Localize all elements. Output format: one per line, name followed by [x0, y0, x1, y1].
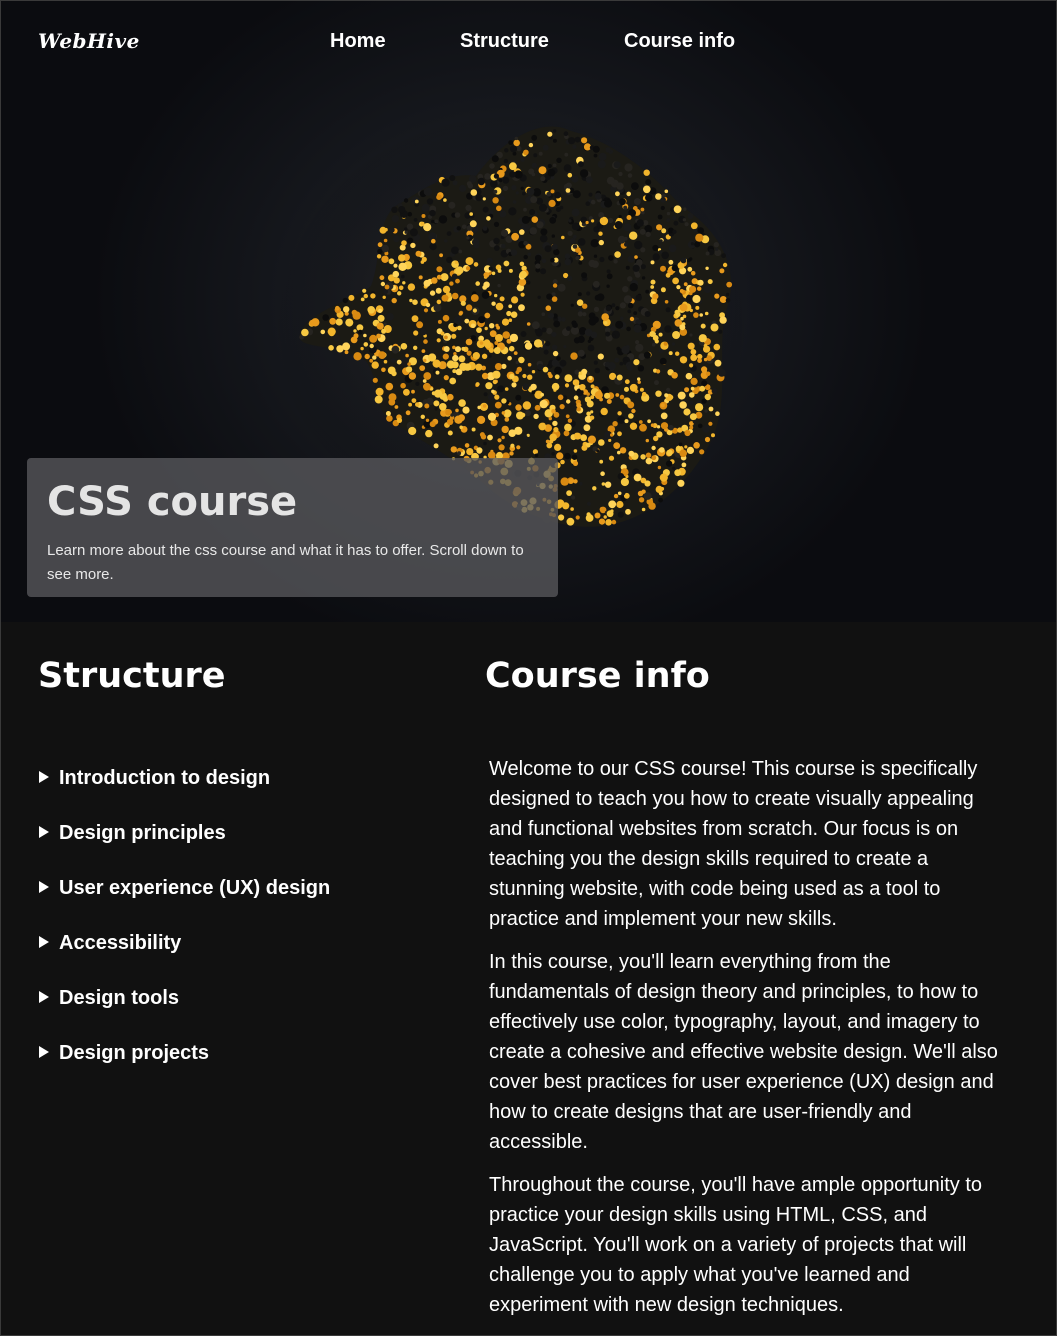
page: WebHive Home Structure Course info CSS c… [0, 0, 1057, 1336]
course-info-heading: Course info [485, 656, 710, 696]
structure-item-label: Design projects [59, 1042, 210, 1064]
disclosure-triangle-icon [39, 991, 49, 1003]
structure-item-design-projects[interactable]: Design projects [39, 1039, 330, 1094]
hero-subtitle: Learn more about the css course and what… [47, 542, 524, 583]
disclosure-triangle-icon [39, 826, 49, 838]
structure-item-label: Introduction to design [59, 767, 271, 789]
structure-item-ux-design[interactable]: User experience (UX) design [39, 874, 330, 929]
disclosure-triangle-icon [39, 771, 49, 783]
structure-item-label: Design tools [59, 987, 180, 1009]
nav-link-home[interactable]: Home [330, 30, 386, 53]
structure-item-design-principles[interactable]: Design principles [39, 819, 330, 874]
hero-section: WebHive Home Structure Course info CSS c… [1, 1, 1056, 622]
structure-item-label: Accessibility [59, 932, 182, 954]
structure-item-label: Design principles [59, 822, 226, 844]
structure-item-introduction-to-design[interactable]: Introduction to design [39, 764, 330, 819]
structure-list: Introduction to design Design principles… [39, 764, 330, 1094]
course-info-paragraph: Welcome to our CSS course! This course i… [489, 758, 978, 930]
structure-heading: Structure [38, 656, 226, 696]
hero-title: CSS course [47, 479, 298, 525]
nav-link-structure[interactable]: Structure [460, 30, 549, 53]
structure-item-accessibility[interactable]: Accessibility [39, 929, 330, 984]
structure-item-label: User experience (UX) design [59, 877, 331, 899]
disclosure-triangle-icon [39, 1046, 49, 1058]
nav-link-course-info[interactable]: Course info [624, 30, 735, 53]
logo[interactable]: WebHive [38, 29, 140, 53]
top-nav: WebHive Home Structure Course info [1, 1, 1056, 81]
main-content: Structure Introduction to design Design … [1, 622, 1056, 1335]
course-info-body: Welcome to our CSS course! This course i… [489, 754, 1009, 1333]
course-info-paragraph: Throughout the course, you'll have ample… [489, 1174, 983, 1316]
disclosure-triangle-icon [39, 936, 49, 948]
disclosure-triangle-icon [39, 881, 49, 893]
structure-item-design-tools[interactable]: Design tools [39, 984, 330, 1039]
hero-card: CSS course Learn more about the css cour… [27, 458, 558, 597]
course-info-paragraph: In this course, you'll learn everything … [489, 951, 998, 1153]
